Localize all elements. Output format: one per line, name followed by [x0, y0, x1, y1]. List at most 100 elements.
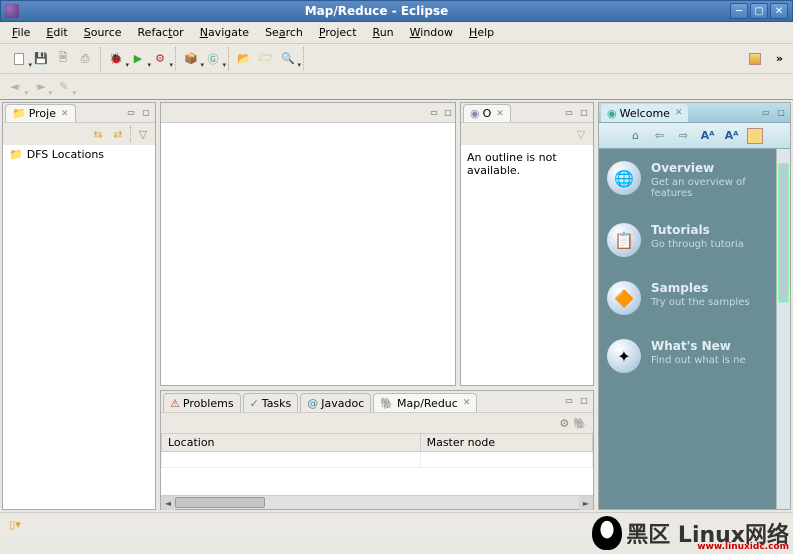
minimize-view-button[interactable]: ▭	[562, 393, 576, 407]
new-button[interactable]	[8, 48, 30, 70]
new-location-button[interactable]: ⚙	[559, 417, 569, 430]
tab-tasks[interactable]: ✓Tasks	[243, 393, 299, 412]
menu-edit[interactable]: Edit	[38, 24, 75, 41]
horizontal-scrollbar[interactable]: ◄ ►	[161, 495, 593, 509]
save-button[interactable]: 💾	[30, 48, 52, 70]
outline-view: ◉ O ✕ ▭ ▢ ▽ An outline is not available.	[460, 102, 594, 386]
edit-location-button[interactable]: 🐘	[573, 417, 587, 430]
close-icon[interactable]: ✕	[496, 109, 504, 119]
close-icon[interactable]: ✕	[61, 109, 69, 119]
minimize-view-button[interactable]: ▭	[759, 105, 773, 119]
menu-help[interactable]: Help	[461, 24, 502, 41]
globe-icon: 🌐	[607, 161, 641, 195]
close-button[interactable]: ✕	[770, 3, 788, 19]
scroll-left-button[interactable]: ◄	[161, 496, 175, 510]
statusbar: ▯▾	[0, 512, 793, 536]
fast-view-button[interactable]: ▯▾	[6, 516, 24, 534]
reduce-font-button[interactable]: Aᴬ	[699, 127, 717, 145]
project-explorer-tab[interactable]: 📁 Proje ✕	[5, 104, 76, 122]
scroll-thumb[interactable]	[175, 497, 265, 508]
menu-project[interactable]: Project	[311, 24, 365, 41]
home-button[interactable]: ⌂	[627, 127, 645, 145]
scroll-right-button[interactable]: ►	[579, 496, 593, 510]
outline-tab[interactable]: ◉ O ✕	[463, 104, 511, 122]
minimize-view-button[interactable]: ▭	[562, 105, 576, 119]
folder-icon: 📁	[9, 148, 23, 161]
scroll-thumb[interactable]	[778, 163, 789, 303]
tree-item-label: DFS Locations	[27, 148, 104, 161]
open-task-button[interactable]: 🗁	[255, 48, 277, 70]
close-icon[interactable]: ✕	[675, 108, 683, 118]
checklist-icon: 📋	[607, 223, 641, 257]
tab-label: O	[483, 107, 492, 120]
back-button[interactable]: ◄·	[4, 77, 28, 97]
menubar: File Edit Source Refactor Navigate Searc…	[0, 22, 793, 44]
welcome-item-overview[interactable]: 🌐 OverviewGet an overview of features	[599, 149, 790, 211]
window-title: Map/Reduce - Eclipse	[23, 4, 730, 18]
toolbar-overflow-button[interactable]: »	[770, 52, 789, 65]
locations-table[interactable]: Location Master node	[161, 433, 593, 495]
open-perspective-button[interactable]	[744, 48, 766, 70]
menu-search[interactable]: Search	[257, 24, 311, 41]
tab-problems[interactable]: ⚠Problems	[163, 393, 241, 412]
view-menu-button[interactable]: ▽	[573, 126, 589, 142]
minimize-view-button[interactable]: ▭	[124, 105, 138, 119]
app-icon	[5, 4, 19, 18]
shapes-icon: 🔶	[607, 281, 641, 315]
new-type-button[interactable]: Ⓖ	[202, 48, 224, 70]
welcome-item-tutorials[interactable]: 📋 TutorialsGo through tutoria	[599, 211, 790, 269]
search-button[interactable]: 🔍	[277, 48, 299, 70]
welcome-tab[interactable]: ◉ Welcome ✕	[601, 104, 688, 122]
forward-button[interactable]: ·►	[28, 77, 52, 97]
welcome-item-samples[interactable]: 🔶 SamplesTry out the samples	[599, 269, 790, 327]
editor-body[interactable]	[161, 123, 455, 385]
workspace: 📁 Proje ✕ ▭ ▢ ⇆ ⇄ ▽ 📁 DFS Locations	[0, 100, 793, 512]
maximize-button[interactable]: ▢	[750, 3, 768, 19]
last-edit-button[interactable]: ✎	[52, 77, 76, 97]
menu-source[interactable]: Source	[76, 24, 130, 41]
tab-mapreduce[interactable]: 🐘Map/Reduc✕	[373, 393, 477, 412]
minimize-editor-button[interactable]: ▭	[427, 106, 441, 120]
link-editor-button[interactable]: ⇄	[110, 126, 126, 142]
menu-navigate[interactable]: Navigate	[192, 24, 257, 41]
tab-javadoc[interactable]: @Javadoc	[300, 393, 371, 412]
maximize-view-button[interactable]: ▢	[774, 105, 788, 119]
nav-back-button[interactable]: ⇦	[651, 127, 669, 145]
project-explorer-view: 📁 Proje ✕ ▭ ▢ ⇆ ⇄ ▽ 📁 DFS Locations	[2, 102, 156, 510]
col-master[interactable]: Master node	[420, 434, 592, 452]
maximize-view-button[interactable]: ▢	[139, 105, 153, 119]
print-button[interactable]: ⎙	[74, 48, 96, 70]
run-button[interactable]: ▶	[127, 48, 149, 70]
menu-refactor[interactable]: Refactor	[130, 24, 192, 41]
enlarge-font-button[interactable]: Aᴬ	[723, 127, 741, 145]
maximize-view-button[interactable]: ▢	[577, 105, 591, 119]
maximize-editor-button[interactable]: ▢	[441, 106, 455, 120]
close-icon[interactable]: ✕	[463, 398, 471, 408]
nav-toolbar: ◄· ·► ✎	[0, 74, 793, 100]
menu-file[interactable]: File	[4, 24, 38, 41]
debug-button[interactable]: 🐞	[105, 48, 127, 70]
collapse-all-button[interactable]: ⇆	[90, 126, 106, 142]
bottom-pane: ⚠Problems ✓Tasks @Javadoc 🐘Map/Reduc✕ ▭ …	[160, 390, 594, 510]
view-menu-button[interactable]: ▽	[135, 126, 151, 142]
new-package-button[interactable]: 📦	[180, 48, 202, 70]
tab-label: Welcome	[620, 107, 670, 120]
welcome-item-whatsnew[interactable]: ✦ What's NewFind out what is ne	[599, 327, 790, 385]
save-all-button[interactable]: 🗎	[52, 48, 74, 70]
nav-forward-button[interactable]: ⇨	[675, 127, 693, 145]
table-row[interactable]	[162, 452, 593, 468]
col-location[interactable]: Location	[162, 434, 421, 452]
open-type-button[interactable]: 📂	[233, 48, 255, 70]
customize-button[interactable]	[747, 128, 763, 144]
maximize-view-button[interactable]: ▢	[577, 393, 591, 407]
tree-item-dfs-locations[interactable]: 📁 DFS Locations	[3, 145, 155, 164]
editor-area: ▭ ▢	[160, 102, 456, 386]
menu-run[interactable]: Run	[365, 24, 402, 41]
minimize-button[interactable]: ─	[730, 3, 748, 19]
welcome-view: ◉ Welcome ✕ ▭ ▢ ⌂ ⇦ ⇨ Aᴬ Aᴬ 🌐	[598, 102, 791, 510]
menu-window[interactable]: Window	[402, 24, 461, 41]
star-icon: ✦	[607, 339, 641, 373]
window-titlebar: Map/Reduce - Eclipse ─ ▢ ✕	[0, 0, 793, 22]
vertical-scrollbar[interactable]	[776, 149, 790, 509]
external-tools-button[interactable]: ⚙	[149, 48, 171, 70]
